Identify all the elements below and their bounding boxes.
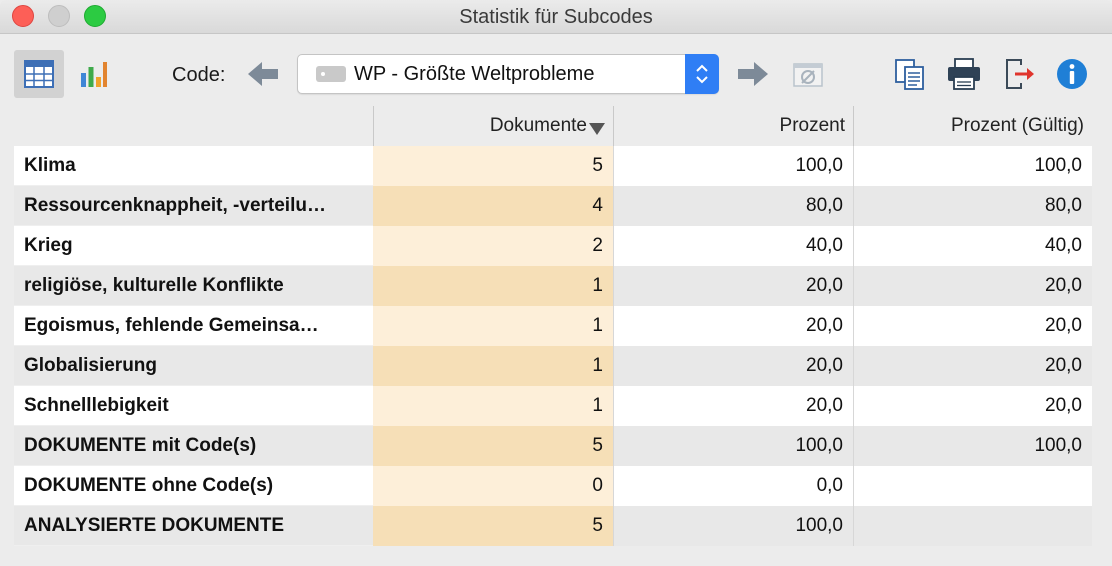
row-percent: 20,0 — [613, 266, 853, 306]
row-documents: 1 — [373, 266, 613, 306]
column-header-name[interactable] — [14, 106, 373, 146]
row-percent-valid: 100,0 — [853, 146, 1092, 186]
info-button[interactable] — [1052, 54, 1092, 94]
row-documents: 5 — [373, 426, 613, 466]
no-values-icon — [793, 63, 823, 87]
row-documents: 2 — [373, 226, 613, 266]
row-documents: 1 — [373, 386, 613, 426]
row-percent-valid: 80,0 — [853, 186, 1092, 226]
row-percent-valid: 20,0 — [853, 386, 1092, 426]
row-name: Ressourcenknappheit, -verteilu… — [14, 186, 373, 226]
arrow-left-icon — [248, 62, 278, 86]
copy-icon — [895, 59, 924, 90]
previous-code-button[interactable] — [246, 60, 280, 88]
table-row[interactable]: Ressourcenknappheit, -verteilu… 4 80,0 8… — [14, 186, 1092, 226]
row-name: religiöse, kulturelle Konflikte — [14, 266, 373, 306]
print-icon — [948, 58, 980, 90]
table-body: Klima 5 100,0 100,0 Ressourcenknappheit,… — [14, 146, 1092, 546]
row-percent-valid: 100,0 — [853, 426, 1092, 466]
row-percent-valid: 40,0 — [853, 226, 1092, 266]
code-select-value: WP - Größte Weltprobleme — [354, 63, 595, 85]
row-percent: 0,0 — [613, 466, 853, 506]
row-percent: 20,0 — [613, 386, 853, 426]
row-percent-valid: 20,0 — [853, 266, 1092, 306]
table-row[interactable]: Krieg 2 40,0 40,0 — [14, 226, 1092, 266]
row-documents: 1 — [373, 346, 613, 386]
row-percent-valid: 20,0 — [853, 306, 1092, 346]
row-percent: 100,0 — [613, 146, 853, 186]
row-name: Klima — [14, 146, 373, 186]
row-percent: 100,0 — [613, 426, 853, 466]
export-icon — [1006, 59, 1034, 89]
row-name: Krieg — [14, 226, 373, 266]
row-percent-valid — [853, 466, 1092, 506]
table-row[interactable]: ANALYSIERTE DOKUMENTE 5 100,0 — [14, 506, 1092, 546]
table-row[interactable]: religiöse, kulturelle Konflikte 1 20,0 2… — [14, 266, 1092, 306]
exclude-missing-values-button[interactable] — [788, 54, 828, 94]
code-select[interactable]: WP - Größte Weltprobleme — [297, 54, 719, 94]
chart-view-icon — [81, 62, 107, 87]
table-row[interactable]: Schnelllebigkeit 1 20,0 20,0 — [14, 386, 1092, 426]
table-row[interactable]: Globalisierung 1 20,0 20,0 — [14, 346, 1092, 386]
row-percent: 20,0 — [613, 346, 853, 386]
window-title: Statistik für Subcodes — [459, 6, 653, 28]
column-header-percent-valid[interactable]: Prozent (Gültig) — [853, 106, 1092, 146]
sort-descending-icon — [589, 123, 605, 135]
table-row[interactable]: DOKUMENTE mit Code(s) 5 100,0 100,0 — [14, 426, 1092, 466]
row-documents: 4 — [373, 186, 613, 226]
column-header-documents[interactable]: Dokumente — [373, 106, 613, 146]
info-icon — [1057, 59, 1087, 89]
row-name: DOKUMENTE ohne Code(s) — [14, 466, 373, 506]
row-percent: 80,0 — [613, 186, 853, 226]
table-view-icon — [24, 60, 54, 88]
row-percent: 20,0 — [613, 306, 853, 346]
row-documents: 5 — [373, 146, 613, 186]
subcode-statistics-table: Dokumente Prozent Prozent (Gültig) Klima… — [14, 106, 1092, 546]
row-documents: 1 — [373, 306, 613, 346]
chart-view-button[interactable] — [68, 50, 118, 98]
chevron-updown-icon — [696, 64, 708, 84]
row-documents: 5 — [373, 506, 613, 546]
table-row[interactable]: Egoismus, fehlende Gemeinsa… 1 20,0 20,0 — [14, 306, 1092, 346]
statistics-window: Statistik für Subcodes Code: WP - Größte… — [0, 0, 1112, 566]
column-header-documents-label: Dokumente — [489, 115, 587, 136]
row-percent: 40,0 — [613, 226, 853, 266]
row-percent-valid: 20,0 — [853, 346, 1092, 386]
print-button[interactable] — [944, 54, 984, 94]
table-row[interactable]: Klima 5 100,0 100,0 — [14, 146, 1092, 186]
row-name: Globalisierung — [14, 346, 373, 386]
next-code-button[interactable] — [736, 60, 770, 88]
code-label: Code: — [172, 64, 226, 86]
row-name: Egoismus, fehlende Gemeinsa… — [14, 306, 373, 346]
toolbar: Code: WP - Größte Weltprobleme — [0, 34, 1112, 106]
table-row[interactable]: DOKUMENTE ohne Code(s) 0 0,0 — [14, 466, 1092, 506]
title-bar: Statistik für Subcodes — [0, 0, 1112, 34]
column-header-percent[interactable]: Prozent — [613, 106, 853, 146]
row-percent-valid — [853, 506, 1092, 546]
copy-button[interactable] — [890, 54, 930, 94]
table-view-button[interactable] — [14, 50, 64, 98]
row-name: Schnelllebigkeit — [14, 386, 373, 426]
export-button[interactable] — [1000, 54, 1040, 94]
row-name: DOKUMENTE mit Code(s) — [14, 426, 373, 466]
row-name: ANALYSIERTE DOKUMENTE — [14, 506, 373, 546]
code-tag-icon — [316, 66, 346, 82]
row-percent: 100,0 — [613, 506, 853, 546]
row-documents: 0 — [373, 466, 613, 506]
table-header: Dokumente Prozent Prozent (Gültig) — [14, 106, 1092, 146]
code-select-stepper[interactable] — [685, 54, 719, 94]
arrow-right-icon — [738, 62, 768, 86]
